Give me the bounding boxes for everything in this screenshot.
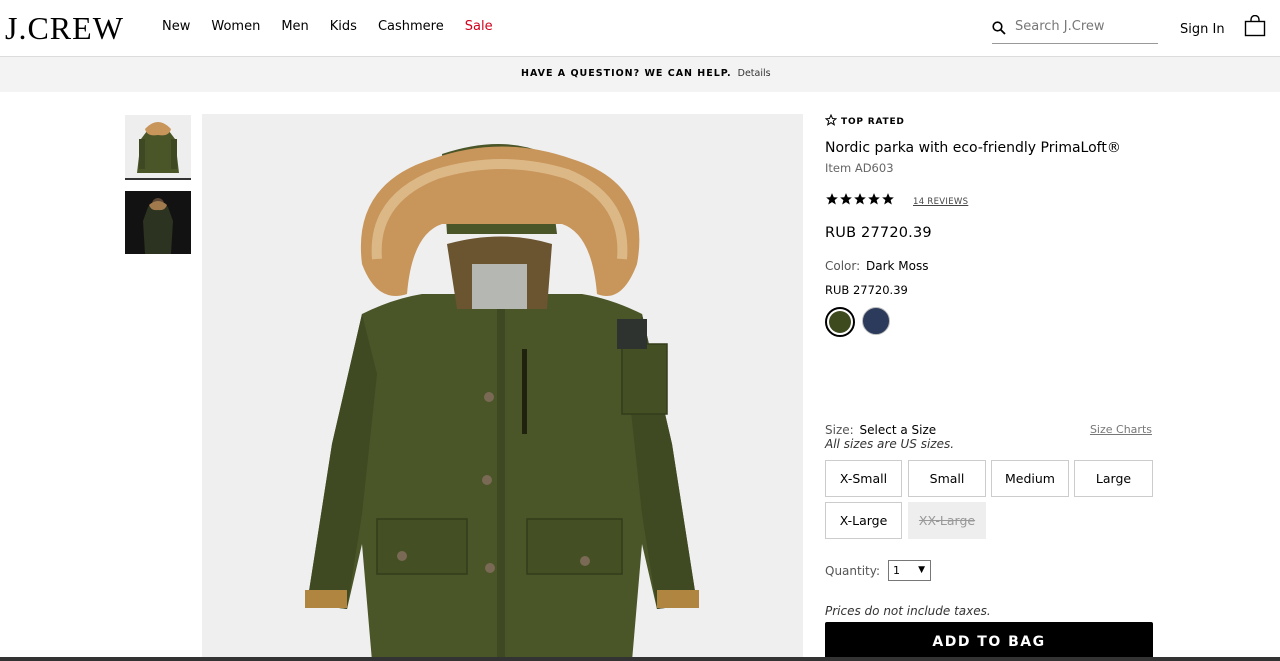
star-icon — [854, 193, 866, 205]
product-price: RUB 27720.39 — [825, 225, 932, 241]
swatch-navy[interactable] — [862, 307, 890, 335]
item-number: Item AD603 — [825, 161, 894, 175]
search-input[interactable] — [1015, 19, 1155, 34]
top-rated-badge: TOP RATED — [825, 114, 905, 127]
star-icon — [826, 193, 838, 205]
parka-illustration — [202, 114, 803, 661]
star-outline-icon — [825, 114, 837, 126]
main-nav: New Women Men Kids Cashmere Sale — [162, 19, 514, 34]
sign-in-link[interactable]: Sign In — [1180, 22, 1225, 37]
nav-new[interactable]: New — [162, 19, 190, 34]
color-value: Dark Moss — [866, 259, 929, 273]
nav-sale[interactable]: Sale — [465, 19, 493, 34]
bottom-edge — [0, 657, 1280, 661]
product-name: Nordic parka with eco-friendly PrimaLoft… — [825, 140, 1121, 156]
promo-bar: HAVE A QUESTION? WE CAN HELP. Details — [0, 57, 1280, 92]
parka-thumbnail-image — [125, 115, 191, 178]
thumbnail-product[interactable] — [125, 115, 191, 180]
size-small[interactable]: Small — [908, 460, 986, 497]
quantity-label: Quantity: — [825, 564, 881, 578]
color-price: RUB 27720.39 — [825, 283, 908, 297]
size-medium[interactable]: Medium — [991, 460, 1069, 497]
star-icon — [882, 193, 894, 205]
logo[interactable]: J.CREW — [5, 10, 124, 47]
nav-cashmere[interactable]: Cashmere — [378, 19, 444, 34]
color-label: Color: — [825, 259, 861, 273]
swatch-dark-moss[interactable] — [825, 307, 855, 337]
promo-text: HAVE A QUESTION? WE CAN HELP. — [521, 68, 732, 79]
site-header: J.CREW New Women Men Kids Cashmere Sale … — [0, 0, 1280, 57]
nav-men[interactable]: Men — [281, 19, 308, 34]
swatch-dark-moss-fill — [829, 311, 851, 333]
nav-kids[interactable]: Kids — [330, 19, 357, 34]
quantity-value: 1 — [893, 564, 900, 577]
size-value: Select a Size — [859, 423, 937, 437]
quantity-select[interactable]: 1 ▼ — [888, 560, 931, 581]
thumbnail-model[interactable] — [125, 191, 191, 254]
add-to-bag-button[interactable]: ADD TO BAG — [825, 622, 1153, 661]
dropdown-arrow-icon: ▼ — [918, 565, 925, 575]
main-product-image[interactable] — [202, 114, 803, 661]
search-box — [992, 18, 1158, 44]
size-large[interactable]: Large — [1074, 460, 1153, 497]
size-label: Size: — [825, 423, 854, 437]
star-icon — [868, 193, 880, 205]
size-x-large[interactable]: X-Large — [825, 502, 902, 539]
size-row: Size: Select a Size Size Charts — [825, 423, 1155, 437]
color-row: Color: Dark Moss — [825, 259, 929, 273]
size-x-small[interactable]: X-Small — [825, 460, 902, 497]
search-icon[interactable] — [992, 21, 1006, 35]
shopping-bag-icon[interactable] — [1244, 15, 1266, 37]
top-rated-label: TOP RATED — [841, 117, 905, 127]
taxes-note: Prices do not include taxes. — [825, 604, 991, 618]
reviews-link[interactable]: 14 REVIEWS — [913, 197, 968, 207]
size-xx-large: XX-Large — [908, 502, 986, 539]
promo-details-link[interactable]: Details — [738, 68, 771, 79]
star-icon — [840, 193, 852, 205]
rating-stars[interactable] — [825, 192, 895, 211]
nav-women[interactable]: Women — [211, 19, 260, 34]
size-charts-link[interactable]: Size Charts — [1090, 423, 1152, 436]
model-thumbnail-image — [125, 191, 191, 254]
size-note: All sizes are US sizes. — [825, 437, 955, 451]
